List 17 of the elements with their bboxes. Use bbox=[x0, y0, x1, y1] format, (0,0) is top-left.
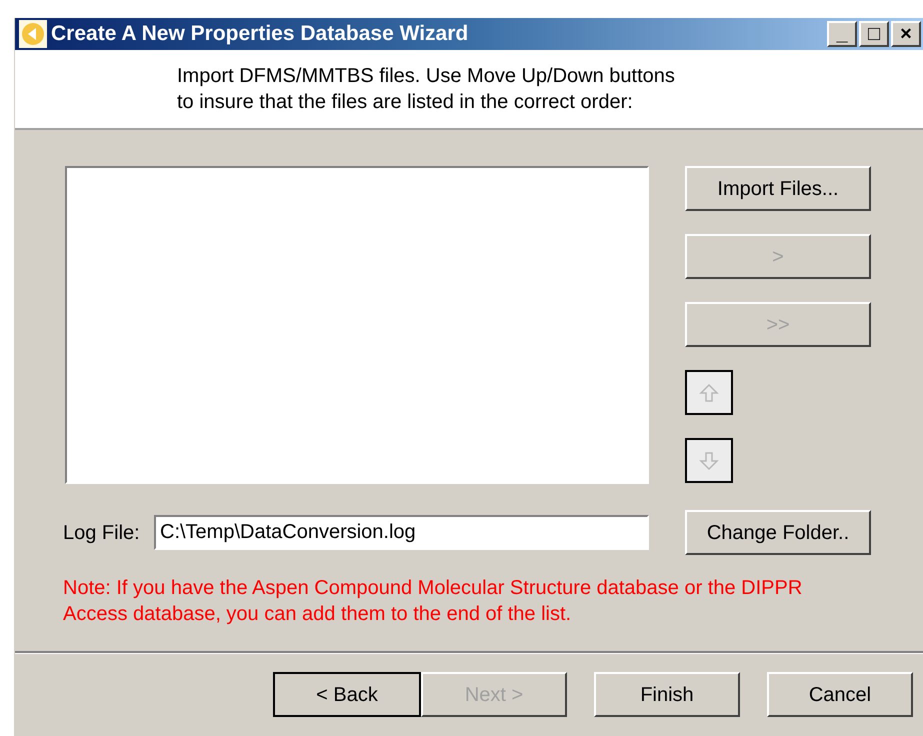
wizard-button[interactable]: Cancel bbox=[767, 672, 913, 717]
side-button[interactable]: Import Files... bbox=[685, 166, 871, 211]
app-logo-icon bbox=[19, 20, 47, 48]
minimize-button[interactable]: _ bbox=[827, 21, 857, 47]
instruction-text: to insure that the files are listed in the correct order: bbox=[177, 90, 634, 115]
log-file-label: Log File: bbox=[63, 520, 141, 546]
window-title: Create A New Properties Database Wizard bbox=[51, 21, 468, 48]
note-text: Note: If you have the Aspen Compound Molecular Structure database or the DIPPR Access database, you can add them to the end of the list. bbox=[62, 576, 804, 627]
wizard-button[interactable]: Finish bbox=[594, 672, 740, 717]
up-arrow-icon bbox=[698, 382, 720, 404]
down-arrow-icon bbox=[698, 450, 720, 472]
change-folder-button[interactable]: Change Folder.. bbox=[685, 510, 871, 555]
close-button[interactable]: × bbox=[891, 21, 921, 47]
log-file-field[interactable]: C:\Temp\DataConversion.log bbox=[154, 515, 649, 550]
wizard-button[interactable]: < Back bbox=[273, 672, 421, 717]
instruction-text: Import DFMS/MMTBS files. Use Move Up/Down buttons bbox=[177, 64, 676, 89]
maximize-button[interactable]: □ bbox=[859, 21, 889, 47]
